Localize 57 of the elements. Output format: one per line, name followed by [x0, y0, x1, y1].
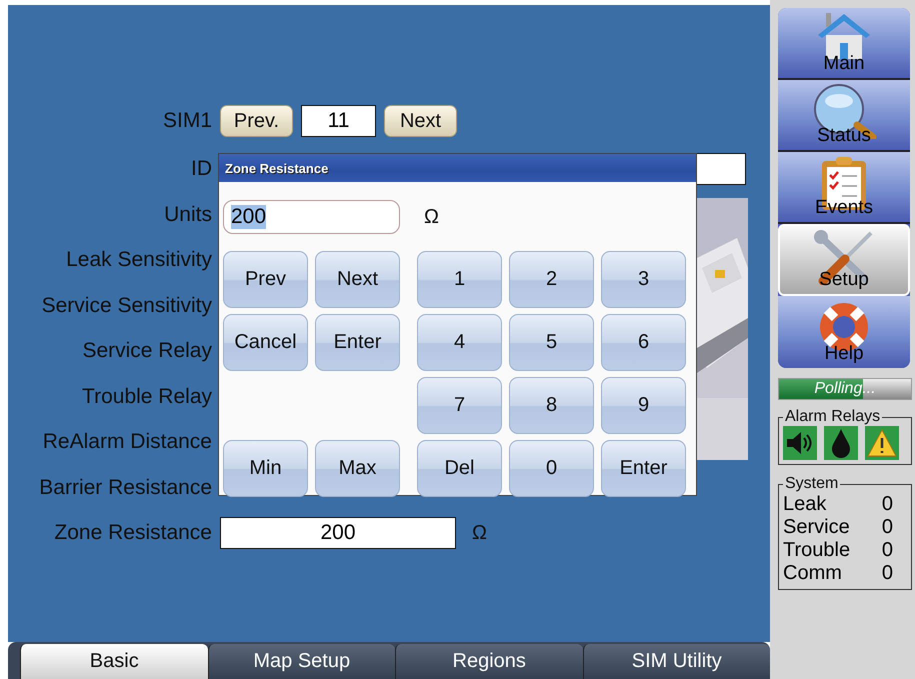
warning-icon [865, 426, 899, 460]
nav-button[interactable]: Events [778, 152, 910, 224]
form-label: ReAlarm Distance [42, 430, 212, 454]
key-button[interactable]: 9 [601, 377, 686, 434]
key-button[interactable]: 6 [601, 314, 686, 371]
status-label: Service [783, 516, 850, 539]
form-label: Zone Resistance [53, 521, 212, 546]
system-group: System Leak 0 Service 0 Trouble 0 Comm 0 [778, 475, 912, 590]
key-button[interactable]: 0 [509, 440, 594, 497]
key-button[interactable]: Enter [601, 440, 686, 497]
key-button[interactable]: 7 [417, 377, 502, 434]
form-label: Service Relay [81, 339, 212, 364]
value-input[interactable]: 200 [223, 200, 400, 234]
key-button[interactable]: Max [315, 440, 400, 497]
key-button[interactable]: Min [223, 440, 308, 497]
drop-icon [824, 426, 858, 460]
key-button[interactable]: 5 [509, 314, 594, 371]
key-button[interactable]: Cancel [223, 314, 308, 371]
alarm-relays-group: Alarm Relays [778, 408, 912, 465]
unit-label: Ω [424, 206, 439, 228]
status-label: Trouble [783, 539, 850, 562]
status-label: Leak [783, 493, 826, 516]
nav-button[interactable]: Status [778, 80, 910, 152]
zone-resistance-field[interactable]: 200 [220, 517, 456, 550]
key-button[interactable]: Next [315, 251, 400, 308]
next-button[interactable]: Next [384, 105, 457, 138]
status-count: 0 [882, 493, 893, 516]
dialog-title: Zone Resistance [219, 154, 696, 182]
unit-label: Ω [472, 522, 487, 545]
status-count: 0 [882, 562, 893, 585]
form-label: Leak Sensitivity [65, 248, 212, 272]
tab[interactable]: SIM Utility [582, 644, 770, 679]
status-label: Comm [783, 562, 842, 585]
speaker-icon [783, 426, 817, 460]
key-button[interactable]: 4 [417, 314, 502, 371]
form-label: SIM1 [162, 109, 212, 134]
form-label: Barrier Resistance [38, 476, 212, 500]
key-button[interactable]: 8 [509, 377, 594, 434]
form-label: ID [190, 157, 212, 182]
form-label: Service Sensitivity [40, 294, 212, 318]
nav-button[interactable]: Help [778, 296, 910, 368]
form-label: Units [163, 202, 212, 227]
nav-button[interactable]: Main [778, 8, 910, 80]
tab[interactable]: Basic [20, 644, 208, 679]
status-count: 0 [882, 539, 893, 562]
key-button[interactable]: Prev [223, 251, 308, 308]
tab[interactable]: Regions [395, 644, 582, 679]
key-button[interactable]: Enter [315, 314, 400, 371]
prev-button[interactable]: Prev. [220, 105, 293, 138]
key-button[interactable]: Del [417, 440, 502, 497]
sim-number-field[interactable]: 11 [301, 105, 376, 138]
tab[interactable]: Map Setup [208, 644, 395, 679]
status-count: 0 [882, 516, 893, 539]
key-button[interactable]: 1 [417, 251, 502, 308]
form-label: Trouble Relay [81, 384, 212, 409]
key-button[interactable]: 3 [601, 251, 686, 308]
key-button[interactable]: 2 [509, 251, 594, 308]
